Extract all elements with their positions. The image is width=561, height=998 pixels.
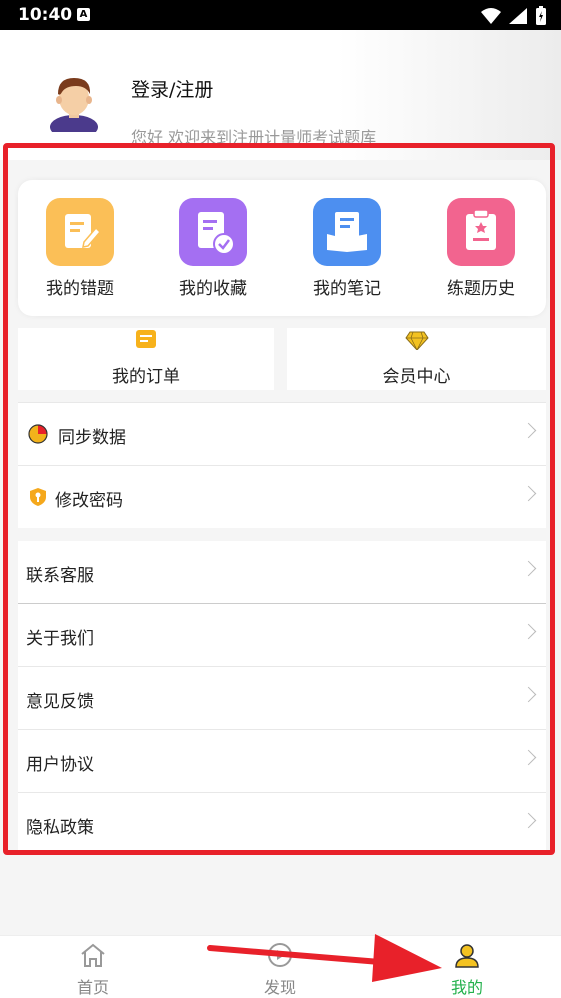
status-icons — [481, 6, 547, 26]
home-icon — [81, 943, 105, 967]
user-icon — [455, 944, 479, 968]
login-register-link[interactable]: 登录/注册 — [131, 75, 213, 102]
highlight-frame — [3, 143, 555, 855]
tab-home[interactable]: 首页 — [48, 942, 138, 998]
wifi-icon — [481, 8, 501, 24]
avatar[interactable] — [46, 72, 102, 132]
app-notification-icon: A — [77, 8, 90, 21]
status-bar: 10:40 A — [0, 0, 561, 30]
tab-label: 首页 — [76, 978, 109, 997]
arrow-annotation-icon — [207, 934, 442, 982]
status-time: 10:40 — [18, 5, 73, 25]
battery-icon — [536, 6, 546, 25]
signal-icon — [509, 8, 527, 24]
